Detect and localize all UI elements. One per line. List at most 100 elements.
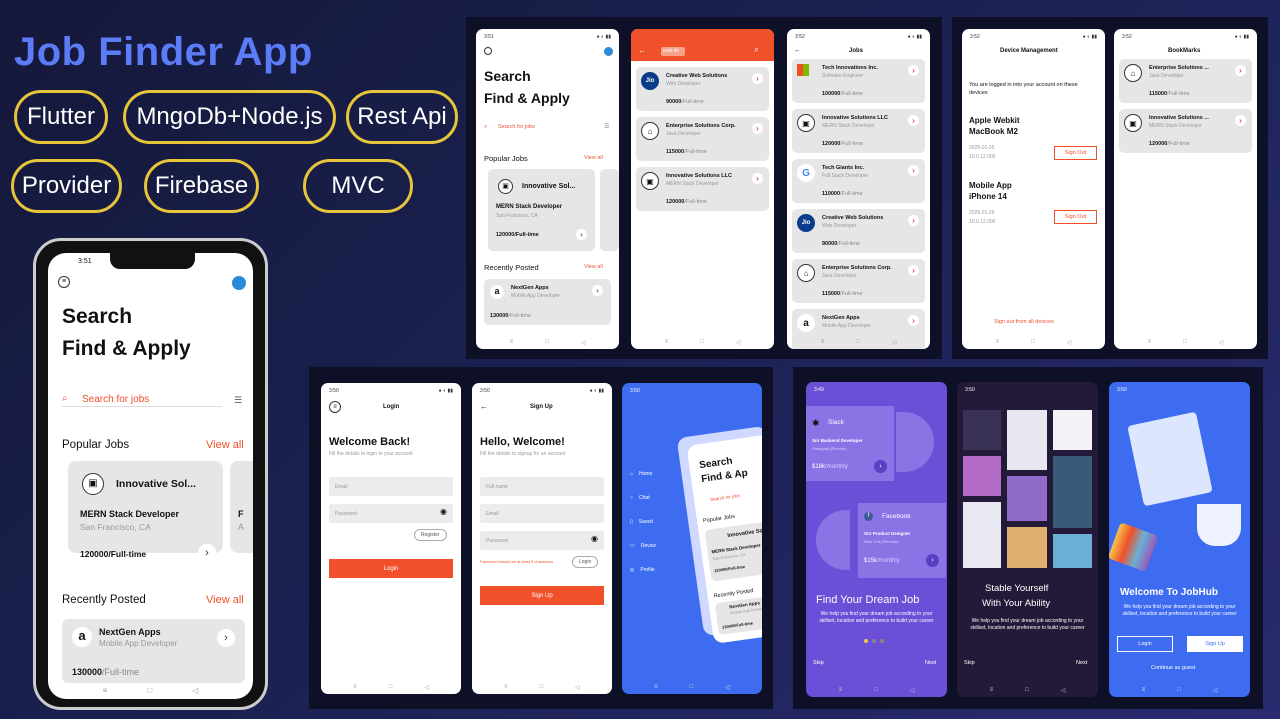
signup-button[interactable]: Sign Up [480, 586, 604, 605]
skip-button[interactable]: Skip [964, 660, 975, 666]
screen-device-management: 3:52 ● ◐ ▮▮ Device Management You are log… [962, 29, 1105, 349]
job-salary: 120000 [666, 199, 685, 205]
view-all-recent[interactable]: View all [206, 594, 244, 606]
panel-device-bookmarks: 3:52 ● ◐ ▮▮ Device Management You are log… [952, 17, 1268, 359]
chevron-right-icon[interactable]: › [908, 65, 919, 76]
chevron-right-icon[interactable]: › [908, 315, 919, 326]
popular-job-card-peek[interactable] [600, 169, 619, 251]
search-input[interactable]: Search for jobs [82, 394, 149, 405]
chevron-right-icon[interactable]: › [908, 165, 919, 176]
menu-icon[interactable]: ≡ [58, 276, 70, 288]
chevron-right-icon[interactable]: › [908, 265, 919, 276]
back-arrow-icon[interactable]: ← [638, 46, 646, 55]
eye-icon[interactable]: ◉ [440, 507, 447, 516]
popular-jobs-label: Popular Jobs [484, 154, 528, 163]
avatar[interactable] [604, 47, 613, 56]
login-button[interactable]: Login [329, 559, 453, 578]
view-all-popular[interactable]: View all [584, 155, 603, 161]
job-card[interactable]: ⌂ Enterprise Solutions ... Java Developer ›… [1119, 59, 1252, 103]
search-icon[interactable]: ⌕ [754, 44, 759, 55]
mug-illustration [1197, 504, 1241, 546]
company-name: Creative Web Solutions [666, 73, 728, 79]
job-card[interactable]: Jio Creative Web Solutions Web Developer › 9… [636, 67, 769, 111]
chevron-right-icon[interactable]: › [1235, 65, 1246, 76]
chevron-right-icon[interactable]: › [592, 285, 603, 296]
avatar[interactable] [232, 276, 246, 290]
job-card[interactable]: ⌂ Enterprise Solutions Corp. Java Develope… [636, 117, 769, 161]
recents-icon[interactable]: ≡ [103, 686, 108, 695]
continue-as-guest-link[interactable]: Continue as guest [1151, 665, 1195, 671]
signup-button[interactable]: Sign Up [1187, 636, 1243, 652]
chevron-right-icon[interactable]: › [576, 229, 587, 240]
menu-icon[interactable] [484, 47, 492, 55]
email-field[interactable]: Email [329, 477, 453, 496]
preview-recent-card: NextGen Apps Mobile App Developer 130000… [714, 593, 762, 636]
status-time: 3:52 [1122, 34, 1132, 40]
job-role: Mobile App Developer [511, 293, 560, 299]
popular-job-card[interactable]: ▣ Innovative Sol... MERN Stack Developer… [488, 169, 595, 251]
chevron-right-icon[interactable]: › [908, 115, 919, 126]
drawer-item-saved[interactable]: ▯ Saved [630, 519, 653, 525]
filter-icon[interactable]: ☰ [604, 123, 609, 130]
status-time: 3:51 [484, 34, 494, 40]
status-time: 3:50 [329, 388, 339, 394]
popular-job-card-peek[interactable]: F A [230, 461, 253, 553]
view-all-popular[interactable]: View all [206, 439, 244, 451]
password-field[interactable]: Password [329, 504, 453, 523]
back-icon[interactable]: ◁ [192, 686, 198, 695]
job-card[interactable]: ▣ Innovative Solutions LLC MERN Stack Deve… [792, 109, 925, 153]
enterprise-logo-icon: ⌂ [797, 264, 815, 282]
next-button[interactable]: Next [925, 660, 936, 666]
drawer-item-icon: ○ [630, 495, 634, 501]
fullname-field[interactable]: Full name [480, 477, 604, 496]
email-field[interactable]: Email [480, 504, 604, 523]
job-role: MERN Stack Developer [666, 181, 719, 187]
chevron-right-icon[interactable]: › [752, 173, 763, 184]
sign-out-all-link[interactable]: Sign out from all devices [994, 319, 1054, 325]
job-card[interactable]: ▣ Innovative Solutions LLC MERN Stack Deve… [636, 167, 769, 211]
skip-button[interactable]: Skip [813, 660, 824, 666]
company-name: Tech Giants Inc. [822, 165, 865, 171]
job-location: San Francisco, CA [80, 522, 151, 532]
search-bar[interactable]: ⌕ Search for jobs [62, 391, 222, 407]
chevron-right-icon[interactable]: › [198, 544, 216, 562]
drawer-item-device[interactable]: ▭ Device [630, 543, 656, 549]
sign-out-button[interactable]: Sign Out [1054, 210, 1097, 224]
chevron-right-icon[interactable]: › [752, 73, 763, 84]
job-card[interactable]: Jio Creative Web Solutions Web Developer › 9… [792, 209, 925, 253]
login-button[interactable]: Login [1117, 636, 1173, 652]
next-button[interactable]: Next [1076, 660, 1087, 666]
recent-job-card[interactable]: a NextGen Apps Mobile App Developer › 13… [484, 279, 611, 325]
job-card[interactable]: G Tech Giants Inc. Full Stack Developer › 11… [792, 159, 925, 203]
chevron-right-icon[interactable]: › [1235, 115, 1246, 126]
menu-icon[interactable]: ≡ [329, 401, 341, 413]
search-input[interactable]: Search for jobs [498, 124, 535, 130]
chevron-right-icon[interactable]: › [752, 123, 763, 134]
view-all-recent[interactable]: View all [584, 264, 603, 270]
company-name: Innovative Sol... [116, 478, 196, 490]
preview-search: Search for jobs [709, 492, 741, 503]
job-card[interactable]: Tech Innovations Inc. Software Engineer › 1… [792, 59, 925, 103]
password-field[interactable]: Password [480, 531, 604, 550]
job-card[interactable]: ⌂ Enterprise Solutions Corp. Java Develope… [792, 259, 925, 303]
register-button[interactable]: Register [414, 529, 447, 541]
onboarding-desc: We help you find your dream job accordin… [1122, 604, 1237, 617]
job-card[interactable]: ▣ Innovative Solutions ... MERN Stack Deve… [1119, 109, 1252, 153]
back-arrow-icon[interactable]: ← [794, 47, 801, 54]
drawer-item-profile[interactable]: ◎ Profile [630, 567, 655, 573]
chevron-right-icon[interactable]: › [908, 215, 919, 226]
drawer-item-home[interactable]: ⌂ Home [630, 471, 652, 477]
recent-job-card[interactable]: a NextGen Apps Mobile App Developer › 13… [62, 619, 245, 683]
sign-out-button[interactable]: Sign Out [1054, 146, 1097, 160]
eye-icon[interactable]: ◉ [591, 534, 598, 543]
login-link-button[interactable]: Login [572, 556, 599, 568]
job-period: /Full-time [508, 313, 531, 319]
popular-job-card[interactable]: ▣ Innovative Sol... MERN Stack Developer… [68, 461, 223, 562]
home-icon[interactable]: □ [147, 686, 152, 695]
drawer-item-chat[interactable]: ○ Chat [630, 495, 650, 501]
back-arrow-icon[interactable]: ← [480, 402, 488, 411]
search-input[interactable]: web de [661, 47, 685, 56]
chevron-right-icon[interactable]: › [217, 629, 235, 647]
filter-icon[interactable]: ☰ [234, 395, 242, 406]
card-company: Slack [828, 419, 844, 426]
